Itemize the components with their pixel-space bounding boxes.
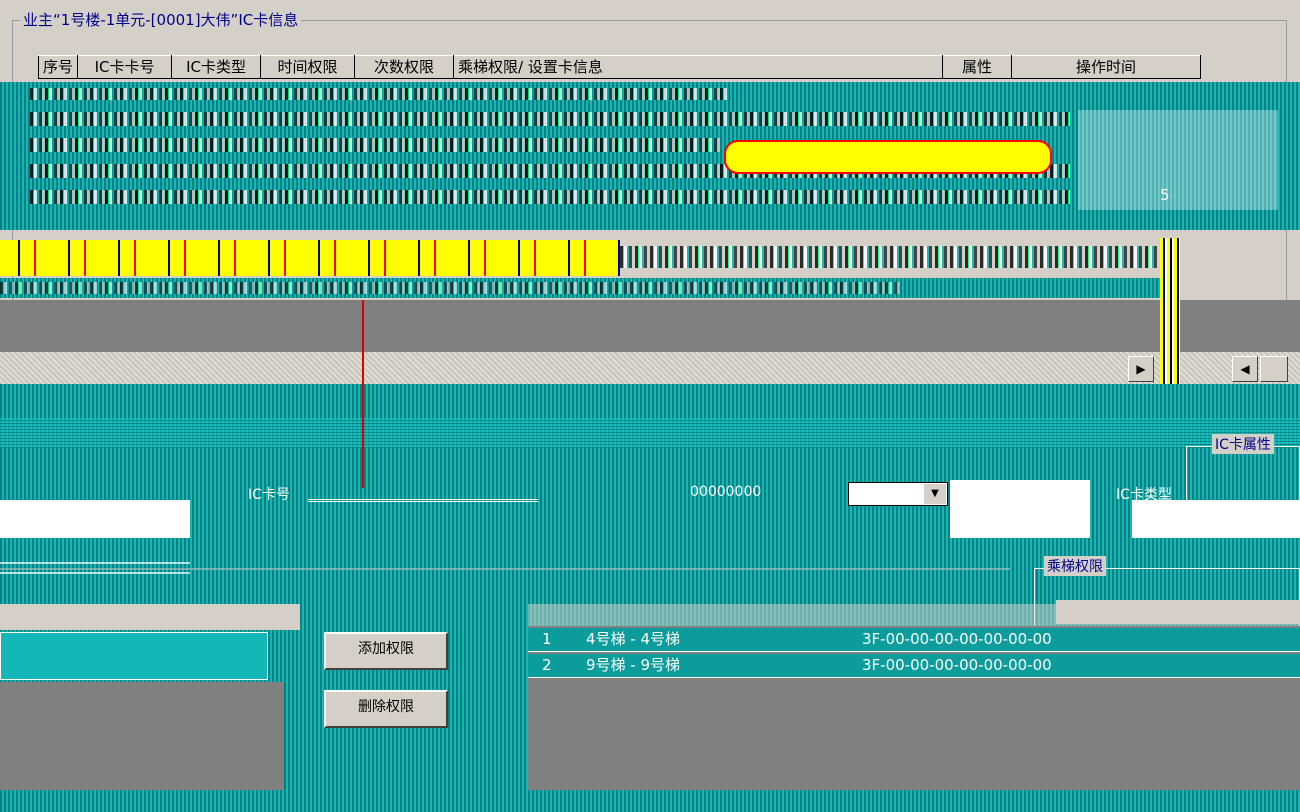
row-index: 1 bbox=[542, 630, 552, 648]
table-row[interactable] bbox=[30, 112, 1070, 126]
elevator-permission-title: 乘梯权限 bbox=[1044, 556, 1106, 576]
col-attribute[interactable]: 属性 bbox=[942, 55, 1013, 79]
garbled-row bbox=[620, 246, 1160, 268]
ic-property-groupbox bbox=[1186, 446, 1300, 536]
row-elevator-code: 3F-00-00-00-00-00-00-00 bbox=[862, 656, 1052, 674]
table-row[interactable] bbox=[30, 88, 730, 100]
col-count-permission[interactable]: 次数权限 bbox=[354, 55, 455, 79]
select-dropdown-button[interactable]: ▼ bbox=[924, 484, 946, 504]
form-line bbox=[0, 568, 1010, 570]
garbled-row bbox=[0, 282, 900, 294]
col-card-type[interactable]: IC卡类型 bbox=[171, 55, 262, 79]
form-divider bbox=[362, 300, 364, 488]
group-title: 业主“1号楼-1单元-[0001]大伟”IC卡信息 bbox=[20, 11, 302, 29]
permission-list-header bbox=[0, 604, 300, 630]
table-row[interactable] bbox=[30, 190, 1070, 204]
col-index[interactable]: 序号 bbox=[37, 55, 79, 79]
scroll-right-button[interactable]: ▶ bbox=[1128, 356, 1154, 382]
row-elevator-name: 4号梯 - 4号梯 bbox=[586, 630, 681, 648]
form-separator bbox=[0, 418, 1300, 448]
card-table-header: 序号 IC卡卡号 IC卡类型 时间权限 次数权限 乘梯权限/ 设置卡信息 属性 … bbox=[37, 55, 1202, 79]
table-empty-area bbox=[0, 300, 1300, 352]
permission-list[interactable] bbox=[0, 682, 284, 790]
elevator-list-header bbox=[528, 604, 1300, 626]
row-index: 2 bbox=[542, 656, 552, 674]
table-row-value: 5 bbox=[1160, 186, 1170, 204]
table-row[interactable] bbox=[30, 138, 720, 152]
permission-list-selected-row[interactable] bbox=[0, 632, 268, 680]
ic-card-label: IC卡号 bbox=[248, 487, 290, 503]
delete-permission-button[interactable]: 删除权限 bbox=[324, 690, 448, 728]
horizontal-scrollbar[interactable] bbox=[0, 352, 1300, 384]
ic-card-input[interactable] bbox=[308, 486, 538, 502]
scroll-thumb[interactable] bbox=[1260, 356, 1288, 382]
ic-property-title: IC卡属性 bbox=[1212, 434, 1274, 454]
row-elevator-name: 9号梯 - 9号梯 bbox=[586, 656, 681, 674]
col-card-number[interactable]: IC卡卡号 bbox=[77, 55, 173, 79]
col-time-permission[interactable]: 时间权限 bbox=[260, 55, 356, 79]
col-elevator-permission[interactable]: 乘梯权限/ 设置卡信息 bbox=[453, 55, 944, 79]
row-elevator-code: 3F-00-00-00-00-00-00-00 bbox=[862, 630, 1052, 648]
elevator-list-row[interactable]: 1 4号梯 - 4号梯 3F-00-00-00-00-00-00-00 bbox=[528, 628, 1300, 652]
ic-card-extra-box[interactable] bbox=[950, 480, 1090, 538]
col-operation-time[interactable]: 操作时间 bbox=[1011, 55, 1202, 79]
add-permission-button[interactable]: 添加权限 bbox=[324, 632, 448, 670]
elevator-list-row[interactable]: 2 9号梯 - 9号梯 3F-00-00-00-00-00-00-00 bbox=[528, 654, 1300, 678]
attribute-column-strip bbox=[1078, 110, 1278, 210]
scroll-left-button[interactable]: ◀ bbox=[1232, 356, 1258, 382]
elevator-number-value: 00000000 bbox=[690, 484, 762, 500]
garbled-banner bbox=[0, 240, 620, 276]
watermark-stamp bbox=[724, 140, 1052, 174]
left-input-field[interactable] bbox=[0, 500, 190, 538]
